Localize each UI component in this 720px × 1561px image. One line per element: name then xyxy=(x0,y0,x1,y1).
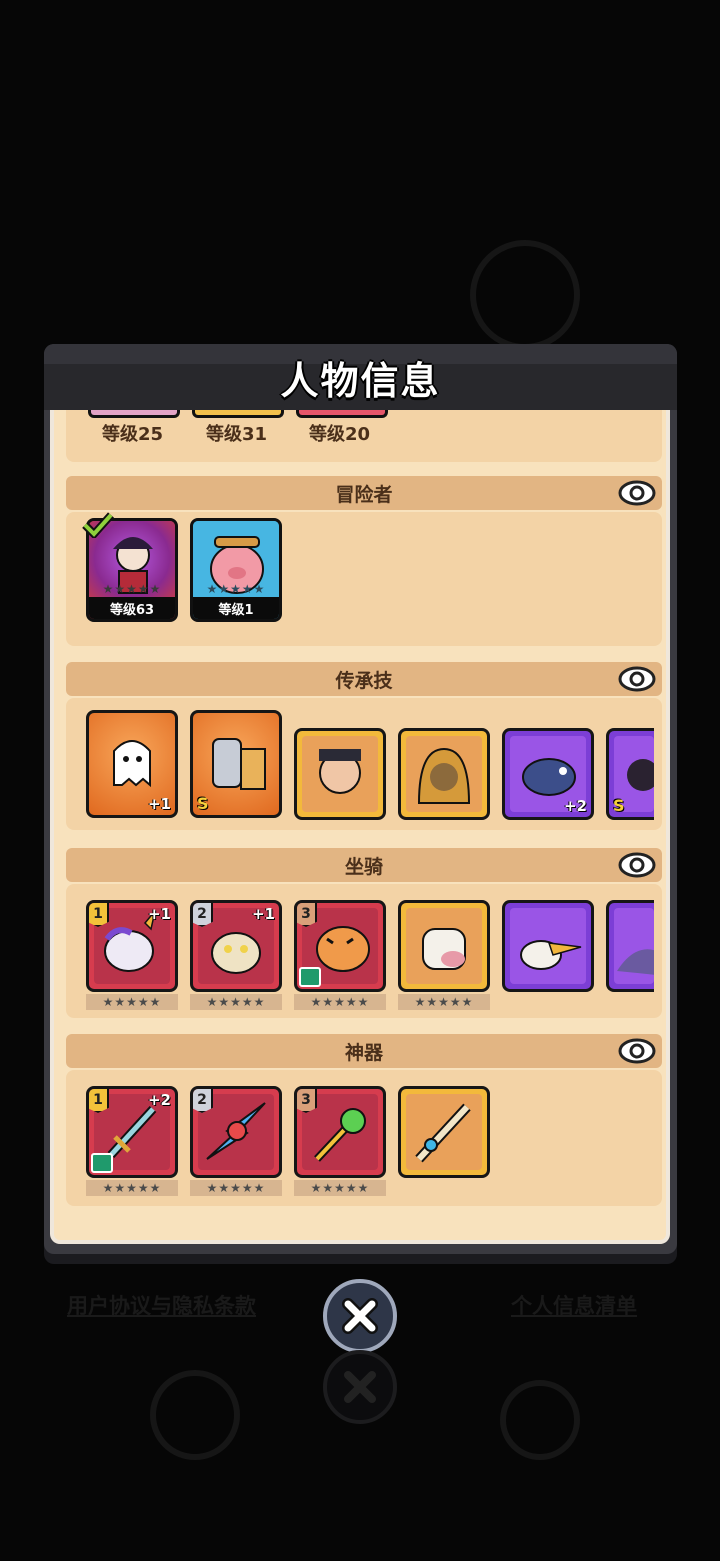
mount-bonus: +1 xyxy=(251,905,275,923)
adventurer-level: 等级1 xyxy=(193,597,279,619)
artifact-tile[interactable]: 3 xyxy=(294,1086,386,1178)
eye-icon[interactable] xyxy=(618,1035,656,1067)
star-rating: ★★★★★ xyxy=(86,1180,178,1196)
close-icon xyxy=(344,1371,376,1403)
star-rating: ★★★★★ xyxy=(102,582,162,596)
mounts-section: 1 +1 ★★★★★ 2 +1 ★★★★★ 3 ★★★★★ ★★★★★ xyxy=(66,884,662,1018)
mount-tile[interactable]: 2 +1 xyxy=(190,900,282,992)
star-rating: ★★★★★ xyxy=(190,994,282,1010)
pelican-icon xyxy=(520,940,582,970)
adventurer-level: 等级63 xyxy=(89,597,175,619)
modal-content[interactable]: 等级25 等级31 等级20 冒险者 ★★★★★ 等级63 ★★★★★ 等级1 … xyxy=(50,410,670,1244)
rank-badge: 2 xyxy=(193,1089,213,1113)
s-rank-badge: S xyxy=(613,796,625,815)
hooded-bear-icon xyxy=(417,747,471,804)
rank-badge: 1 xyxy=(89,903,109,927)
rank-badge: 3 xyxy=(297,903,317,927)
legacy-skills-header: 传承技 xyxy=(66,662,662,696)
star-rating: ★★★★★ xyxy=(206,582,266,596)
background-decoration xyxy=(470,240,580,350)
artifact-tile[interactable] xyxy=(398,1086,490,1178)
check-icon xyxy=(82,512,114,538)
shark-icon xyxy=(617,949,654,975)
s-rank-badge: S xyxy=(197,794,209,813)
mount-tile[interactable]: 3 xyxy=(294,900,386,992)
skill-tile[interactable]: S xyxy=(190,710,282,818)
skill-bonus: +2 xyxy=(563,797,587,815)
section-label: 传承技 xyxy=(335,669,393,692)
artifact-tile[interactable]: 2 xyxy=(190,1086,282,1178)
personal-info-link[interactable]: 个人信息清单 xyxy=(511,1290,637,1320)
skill-tile[interactable] xyxy=(398,728,490,820)
rank-badge: 3 xyxy=(297,1089,317,1113)
mount-bonus: +1 xyxy=(147,905,171,923)
close-icon xyxy=(342,1298,378,1334)
artifacts-section: 1 +2 ★★★★★ 2 ★★★★★ 3 ★★★★★ xyxy=(66,1070,662,1206)
mount-tile[interactable] xyxy=(502,900,594,992)
close-button[interactable] xyxy=(323,1279,397,1353)
section-label: 坐骑 xyxy=(344,855,383,878)
eye-icon[interactable] xyxy=(618,849,656,881)
star-rating: ★★★★★ xyxy=(190,1180,282,1196)
pet-tile[interactable] xyxy=(192,410,284,418)
skill-tile[interactable]: S xyxy=(606,728,654,820)
star-rating: ★★★★★ xyxy=(294,1180,386,1196)
skill-tile[interactable]: +1 xyxy=(86,710,178,818)
legacy-skills-section: +1 S +2 S xyxy=(66,698,662,830)
cow-icon xyxy=(422,928,466,970)
skill-tile[interactable] xyxy=(294,728,386,820)
star-rating: ★★★★★ xyxy=(86,994,178,1010)
modal-header: 人物信息 xyxy=(44,344,677,410)
mount-tile[interactable] xyxy=(398,900,490,992)
character-info-modal: 人物信息 等级25 等级31 等级20 冒险者 ★★★★★ 等级63 ★★★★★… xyxy=(44,344,677,1254)
mount-tile[interactable] xyxy=(606,900,654,992)
skill-tile[interactable]: +2 xyxy=(502,728,594,820)
mount-tile[interactable]: 1 +1 xyxy=(86,900,178,992)
scroll-area[interactable]: 等级25 等级31 等级20 冒险者 ★★★★★ 等级63 ★★★★★ 等级1 … xyxy=(54,410,666,1240)
rank-badge: 2 xyxy=(193,903,213,927)
background-decoration xyxy=(500,1380,580,1460)
background-decoration xyxy=(150,1370,240,1460)
golden-sword-icon xyxy=(415,1103,471,1163)
background-close-button xyxy=(323,1350,397,1424)
team-badge-icon xyxy=(91,1153,113,1173)
pet-level: 等级31 xyxy=(206,424,268,445)
pet-level: 等级20 xyxy=(309,424,371,445)
eye-icon[interactable] xyxy=(618,663,656,695)
pet-tile[interactable] xyxy=(88,410,180,418)
artifacts-header: 神器 xyxy=(66,1034,662,1068)
artifact-bonus: +2 xyxy=(147,1091,171,1109)
bandit-icon xyxy=(319,749,361,794)
adventurers-header: 冒险者 xyxy=(66,476,662,510)
user-agreement-link[interactable]: 用户协议与隐私条款 xyxy=(67,1290,256,1320)
artifact-tile[interactable]: 1 +2 xyxy=(86,1086,178,1178)
adventurers-section: ★★★★★ 等级63 ★★★★★ 等级1 xyxy=(66,512,662,646)
pet-tile[interactable] xyxy=(296,410,388,418)
star-rating: ★★★★★ xyxy=(294,994,386,1010)
team-badge-icon xyxy=(299,967,321,987)
modal-title: 人物信息 xyxy=(280,358,441,403)
section-label: 冒险者 xyxy=(335,483,393,506)
mounts-header: 坐骑 xyxy=(66,848,662,882)
star-rating: ★★★★★ xyxy=(398,994,490,1010)
rank-badge: 1 xyxy=(89,1089,109,1113)
adventurer-card[interactable]: ★★★★★ 等级1 xyxy=(190,518,282,622)
skill-bonus: +1 xyxy=(147,795,171,813)
section-label: 神器 xyxy=(344,1041,383,1064)
pet-level: 等级25 xyxy=(102,424,164,445)
pets-section: 等级25 等级31 等级20 xyxy=(66,410,662,462)
eye-icon[interactable] xyxy=(618,477,656,509)
